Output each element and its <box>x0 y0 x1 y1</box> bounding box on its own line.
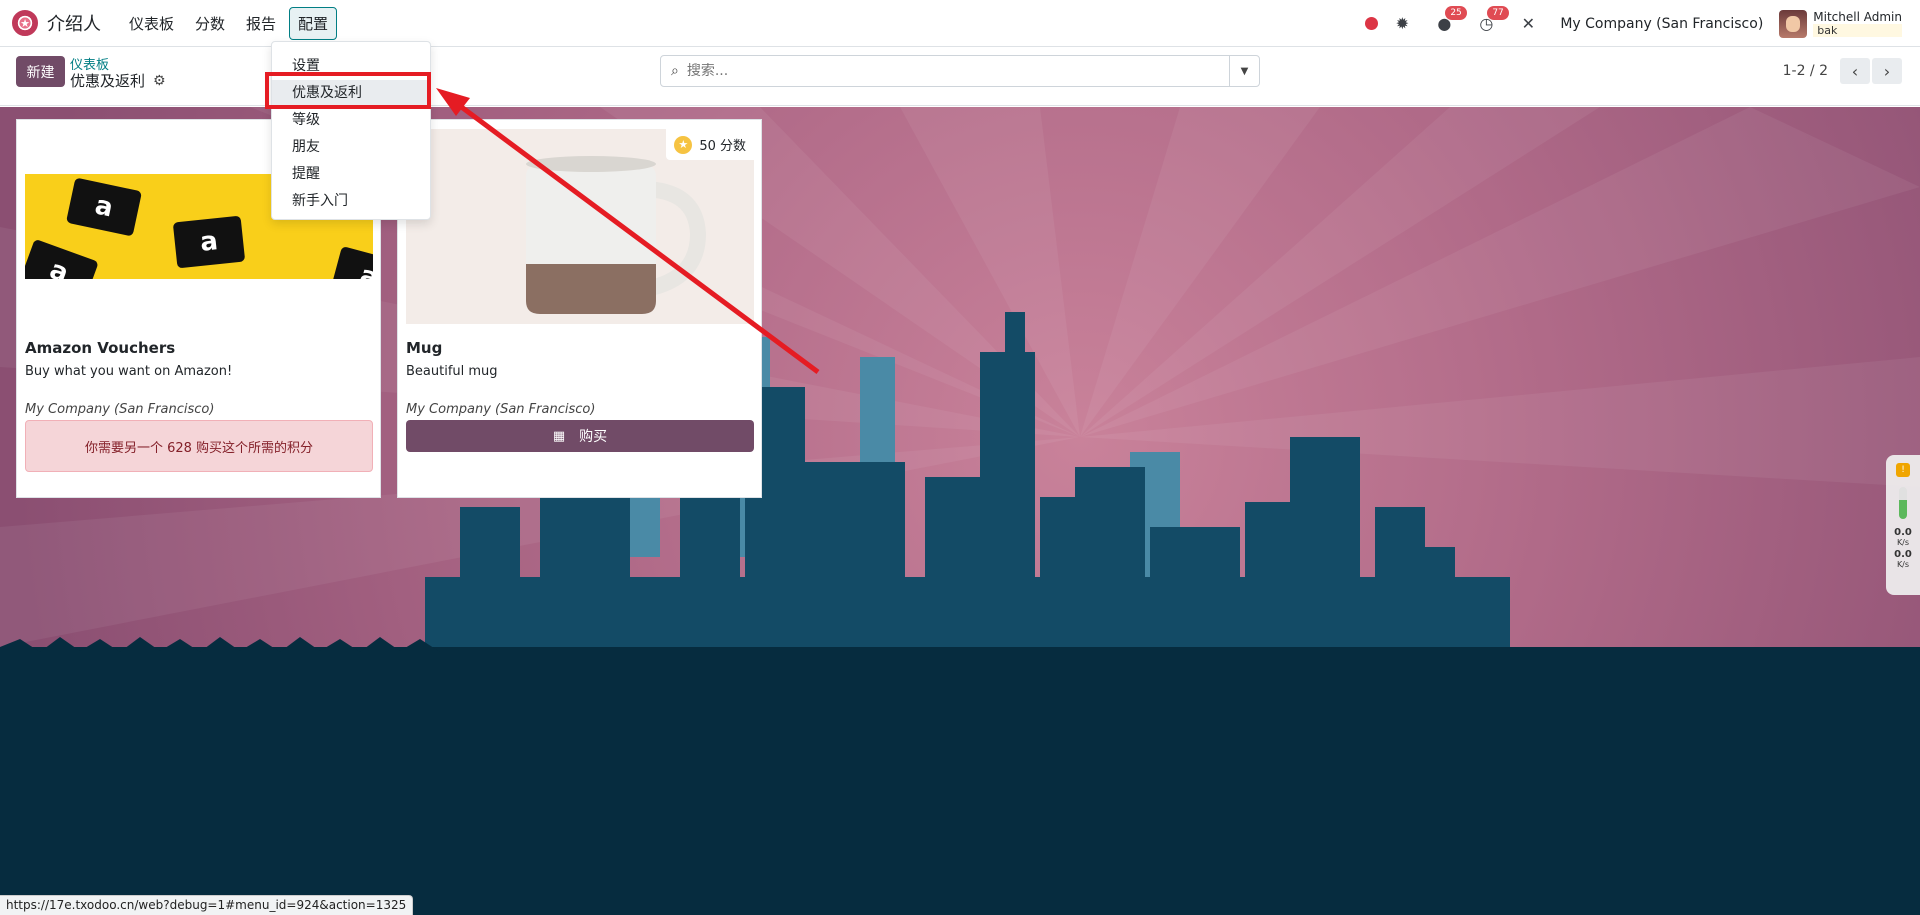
menu-reports[interactable]: 报告 <box>238 8 284 39</box>
card-title: Amazon Vouchers <box>25 339 176 357</box>
configuration-dropdown: 设置 优惠及返利 等级 朋友 提醒 新手入门 <box>271 41 431 220</box>
pager-previous-icon[interactable]: ‹ <box>1840 58 1870 84</box>
search-options-toggle[interactable]: ▼ <box>1229 56 1259 86</box>
chat-icon[interactable]: ● 25 <box>1434 6 1467 33</box>
dropdown-item-alerts[interactable]: 提醒 <box>272 161 430 188</box>
page-title: 优惠及返利 ⚙ <box>70 70 166 91</box>
card-company: My Company (San Francisco) <box>25 402 215 417</box>
star-icon: ★ <box>674 135 693 154</box>
download-unit: K/s <box>1896 560 1910 569</box>
insufficient-points-alert: 你需要另一个 628 购买这个所需的积分 <box>25 420 373 472</box>
upload-speed: 0.0 <box>1894 527 1912 538</box>
app-logo-icon[interactable]: ★ <box>12 10 38 36</box>
search-bar: ⌕ ▼ <box>660 55 1260 87</box>
menu-dashboard[interactable]: 仪表板 <box>121 8 182 39</box>
dropdown-item-levels[interactable]: 等级 <box>272 107 430 134</box>
pager-value[interactable]: 1-2 / 2 <box>1783 63 1828 79</box>
voucher-icon: a <box>172 215 246 269</box>
search-icon: ⌕ <box>671 63 679 79</box>
activity-badge: 77 <box>1487 6 1509 20</box>
annotation-highlight-box <box>265 72 431 109</box>
chat-badge: 25 <box>1445 6 1467 20</box>
voucher-icon: a <box>330 245 373 279</box>
pager-next-icon[interactable]: › <box>1872 58 1902 84</box>
record-icon[interactable] <box>1365 17 1379 30</box>
pager: 1-2 / 2 ‹ › <box>1783 58 1902 84</box>
card-description: Buy what you want on Amazon! <box>25 364 233 379</box>
dropdown-item-onboarding[interactable]: 新手入门 <box>272 188 430 215</box>
new-button[interactable]: 新建 <box>16 56 65 87</box>
voucher-icon: a <box>25 238 99 279</box>
card-company: My Company (San Francisco) <box>406 402 596 417</box>
menu-points[interactable]: 分数 <box>187 8 233 39</box>
download-speed: 0.0 <box>1894 549 1912 560</box>
navbar-systray: ✹ ● 25 ◷ 77 ✕ My Company (San Francisco)… <box>1365 0 1920 47</box>
tools-icon[interactable]: ✕ <box>1518 14 1538 33</box>
app-name[interactable]: 介绍人 <box>47 10 101 36</box>
status-bar-url: https://17e.txodoo.cn/web?debug=1#menu_i… <box>0 895 414 915</box>
activity-clock-icon[interactable]: ◷ 77 <box>1476 6 1509 33</box>
search-input[interactable] <box>686 63 1207 79</box>
mug-image: ★ 50 分数 <box>406 129 754 324</box>
buy-label: 购买 <box>579 429 608 445</box>
top-navbar: ★ 介绍人 仪表板 分数 报告 配置 ✹ ● 25 ◷ 77 ✕ My Comp… <box>0 0 1920 47</box>
points-value: 50 分数 <box>699 139 746 154</box>
menu-configuration[interactable]: 配置 <box>289 6 338 40</box>
card-title: Mug <box>406 339 443 357</box>
reward-card-mug[interactable]: ★ 50 分数 Mug Beautiful mug My Company (Sa… <box>397 119 762 498</box>
card-description: Beautiful mug <box>406 364 498 379</box>
usage-meter <box>1899 487 1907 519</box>
company-switcher[interactable]: My Company (San Francisco) <box>1560 16 1763 32</box>
user-avatar[interactable] <box>1779 9 1808 38</box>
bug-icon[interactable]: ✹ <box>1392 14 1412 33</box>
database-name: bak <box>1813 23 1902 37</box>
buy-button[interactable]: ▦ 购买 <box>406 420 754 452</box>
basket-icon: ▦ <box>552 428 566 444</box>
gear-icon[interactable]: ⚙ <box>153 73 166 89</box>
page-title-text: 优惠及返利 <box>70 72 146 90</box>
user-name: Mitchell Admin <box>1813 9 1902 24</box>
upload-unit: K/s <box>1896 538 1910 547</box>
voucher-icon: a <box>65 177 143 237</box>
shield-icon: ! <box>1896 463 1910 477</box>
points-badge: ★ 50 分数 <box>666 129 754 160</box>
user-menu[interactable]: Mitchell Admin bak <box>1813 9 1902 37</box>
dropdown-item-friends[interactable]: 朋友 <box>272 134 430 161</box>
network-speed-widget[interactable]: ! 0.0 K/s 0.0 K/s <box>1886 455 1920 595</box>
